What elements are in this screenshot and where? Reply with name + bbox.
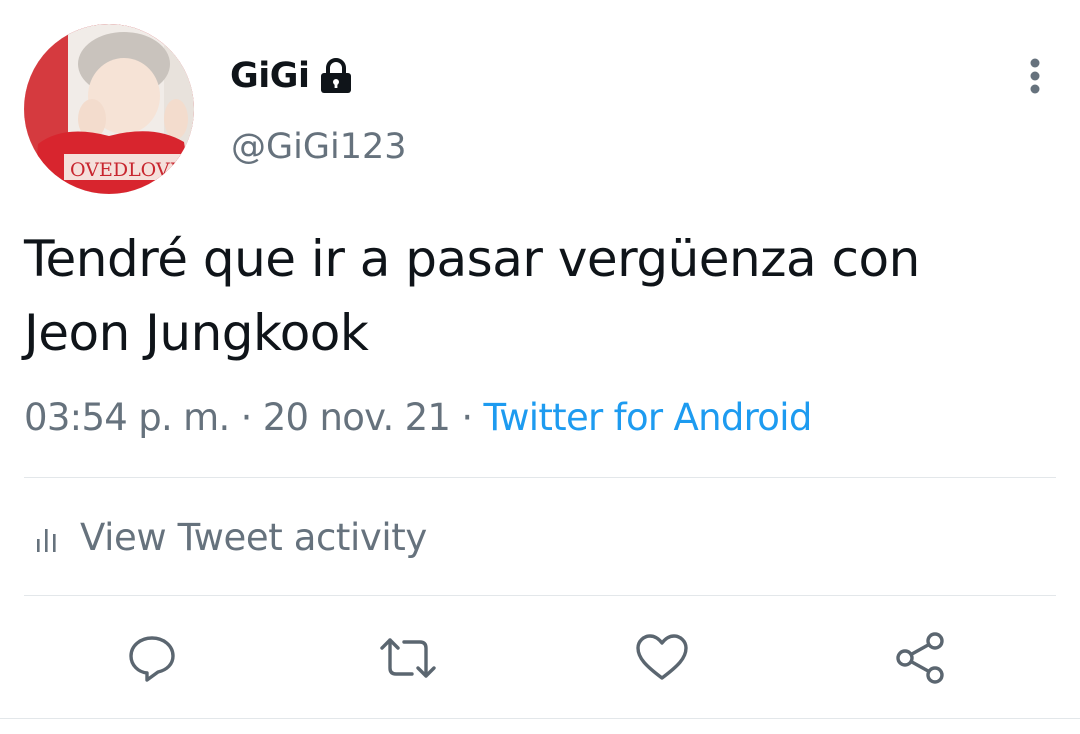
avatar-text: OVEDLOVE bbox=[70, 159, 184, 181]
tweet-meta: 03:54 p. m. · 20 nov. 21 · Twitter for A… bbox=[24, 392, 812, 444]
tweet-time: 03:54 p. m. bbox=[24, 396, 230, 439]
view-tweet-activity-label: View Tweet activity bbox=[80, 516, 427, 559]
heart-icon bbox=[636, 634, 688, 680]
tweet-text-line: Tendré que ir a pasar vergüenza con bbox=[24, 230, 920, 288]
share-button[interactable] bbox=[890, 628, 950, 688]
retweet-button[interactable] bbox=[378, 628, 438, 688]
bar-chart-icon bbox=[37, 529, 56, 552]
divider bbox=[24, 477, 1056, 478]
view-tweet-activity-button[interactable]: View Tweet activity bbox=[34, 512, 427, 564]
tweet-date: 20 nov. 21 bbox=[262, 396, 451, 439]
like-button[interactable] bbox=[632, 628, 692, 688]
lock-icon bbox=[321, 58, 351, 93]
share-icon bbox=[896, 632, 944, 684]
reply-icon bbox=[129, 636, 175, 682]
more-vertical-icon[interactable] bbox=[1016, 55, 1054, 97]
meta-separator: · bbox=[229, 396, 263, 439]
display-name[interactable]: GiGi bbox=[230, 52, 310, 100]
avatar[interactable]: OVEDLOVE bbox=[24, 24, 194, 194]
handle[interactable]: @GiGi123 bbox=[231, 124, 407, 170]
tweet-source-link[interactable]: Twitter for Android bbox=[483, 396, 812, 439]
meta-separator: · bbox=[450, 396, 484, 439]
retweet-icon bbox=[380, 638, 436, 678]
reply-button[interactable] bbox=[122, 628, 182, 688]
avatar-image: OVEDLOVE bbox=[24, 24, 194, 194]
tweet-text: Tendré que ir a pasar vergüenza con Jeon… bbox=[24, 222, 1044, 370]
divider bbox=[0, 718, 1080, 719]
divider bbox=[24, 595, 1056, 596]
tweet-text-line: Jeon Jungkook bbox=[24, 304, 369, 362]
